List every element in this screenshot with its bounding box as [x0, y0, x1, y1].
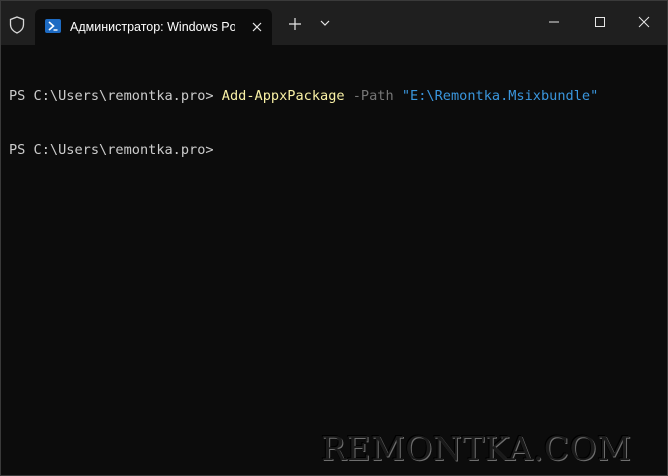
- prompt: PS C:\Users\remontka.pro>: [9, 88, 222, 104]
- terminal-line: PS C:\Users\remontka.pro>: [9, 141, 659, 159]
- terminal-output[interactable]: PS C:\Users\remontka.pro> Add-AppxPackag…: [9, 51, 659, 195]
- parameter: -Path: [344, 88, 402, 104]
- watermark: REMONTKA.COM: [321, 429, 632, 468]
- tab-title: Администратор: Windows PowerShell: [70, 20, 235, 34]
- minimize-button[interactable]: [531, 1, 577, 41]
- terminal-window: Администратор: Windows PowerShell: [0, 0, 668, 476]
- command: Add-AppxPackage: [221, 88, 345, 104]
- terminal-line: PS C:\Users\remontka.pro> Add-AppxPackag…: [9, 87, 659, 105]
- argument: "E:\Remontka.Msixbundle": [401, 88, 599, 104]
- minimize-icon: [549, 21, 559, 23]
- close-window-button[interactable]: [621, 1, 667, 41]
- close-icon: [638, 16, 650, 28]
- plus-icon[interactable]: [285, 14, 305, 34]
- prompt: PS C:\Users\remontka.pro>: [9, 142, 214, 158]
- chevron-down-icon[interactable]: [317, 15, 333, 31]
- tab-powershell[interactable]: Администратор: Windows PowerShell: [35, 9, 272, 45]
- shield-icon: [9, 16, 25, 34]
- title-bar[interactable]: Администратор: Windows PowerShell: [1, 1, 667, 45]
- powershell-icon: [45, 19, 61, 33]
- maximize-button[interactable]: [577, 1, 623, 41]
- maximize-icon: [595, 17, 605, 27]
- close-icon[interactable]: [248, 18, 266, 36]
